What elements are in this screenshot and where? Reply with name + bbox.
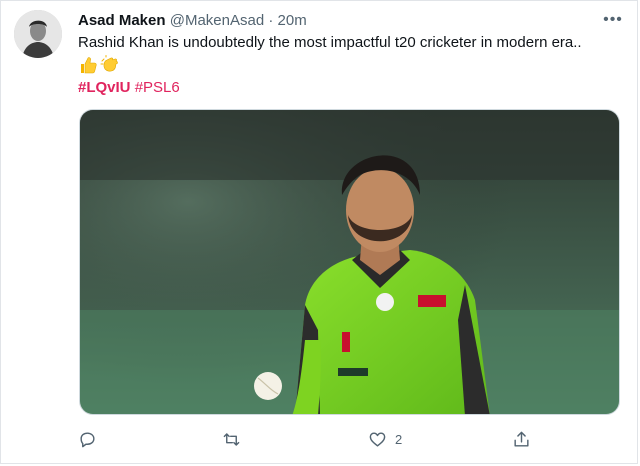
reply-icon xyxy=(80,431,95,447)
share-button[interactable] xyxy=(512,424,539,454)
thumbs-up-icon xyxy=(81,57,97,74)
tweet-text: Rashid Khan is undoubtedly the most impa… xyxy=(78,34,582,51)
tweet-media-photo[interactable] xyxy=(79,109,620,415)
more-options-icon[interactable]: ••• xyxy=(602,10,624,30)
avatar-image xyxy=(14,10,62,58)
author-name[interactable]: Asad Maken xyxy=(78,12,166,29)
cricketer-photo xyxy=(80,110,619,414)
share-icon xyxy=(514,431,529,447)
emoji-row xyxy=(78,55,120,75)
tweet-actions: 2 xyxy=(78,424,548,454)
retweet-icon xyxy=(223,432,240,446)
avatar[interactable] xyxy=(14,10,62,58)
clapping-hands-icon xyxy=(100,55,118,72)
hashtag-link-lqviu[interactable]: #LQvIU xyxy=(78,79,131,96)
author-handle[interactable]: @MakenAsad xyxy=(170,12,264,29)
like-button[interactable]: 2 xyxy=(368,424,402,454)
separator-dot: · xyxy=(268,12,274,29)
hashtag-row: #LQvIU #PSL6 xyxy=(78,78,180,98)
like-count: 2 xyxy=(395,431,403,447)
retweet-button[interactable] xyxy=(222,424,249,454)
reply-button[interactable] xyxy=(78,424,105,454)
heart-icon xyxy=(369,431,386,447)
timestamp[interactable]: 20m xyxy=(278,12,307,29)
tweet-header: Asad Maken @MakenAsad · 20m xyxy=(78,11,307,31)
hashtag-link-psl6[interactable]: #PSL6 xyxy=(135,79,180,96)
